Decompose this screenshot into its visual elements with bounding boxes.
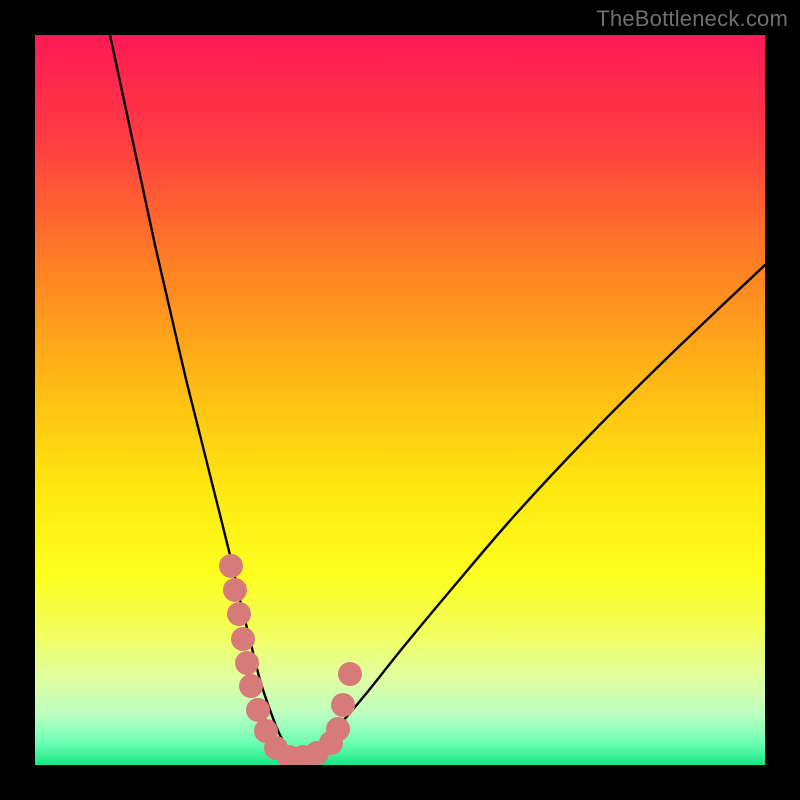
marker-dot [227, 602, 251, 626]
chart-frame: TheBottleneck.com [0, 0, 800, 800]
marker-dot [338, 662, 362, 686]
marker-dots [219, 554, 362, 765]
plot-area [35, 35, 765, 765]
marker-dot [219, 554, 243, 578]
marker-dot [239, 674, 263, 698]
marker-dot [331, 693, 355, 717]
bottleneck-curve [110, 35, 765, 755]
marker-dot [231, 627, 255, 651]
curve-layer [35, 35, 765, 765]
marker-dot [326, 717, 350, 741]
watermark-text: TheBottleneck.com [596, 6, 788, 32]
marker-dot [223, 578, 247, 602]
marker-dot [235, 651, 259, 675]
marker-dot [246, 698, 270, 722]
